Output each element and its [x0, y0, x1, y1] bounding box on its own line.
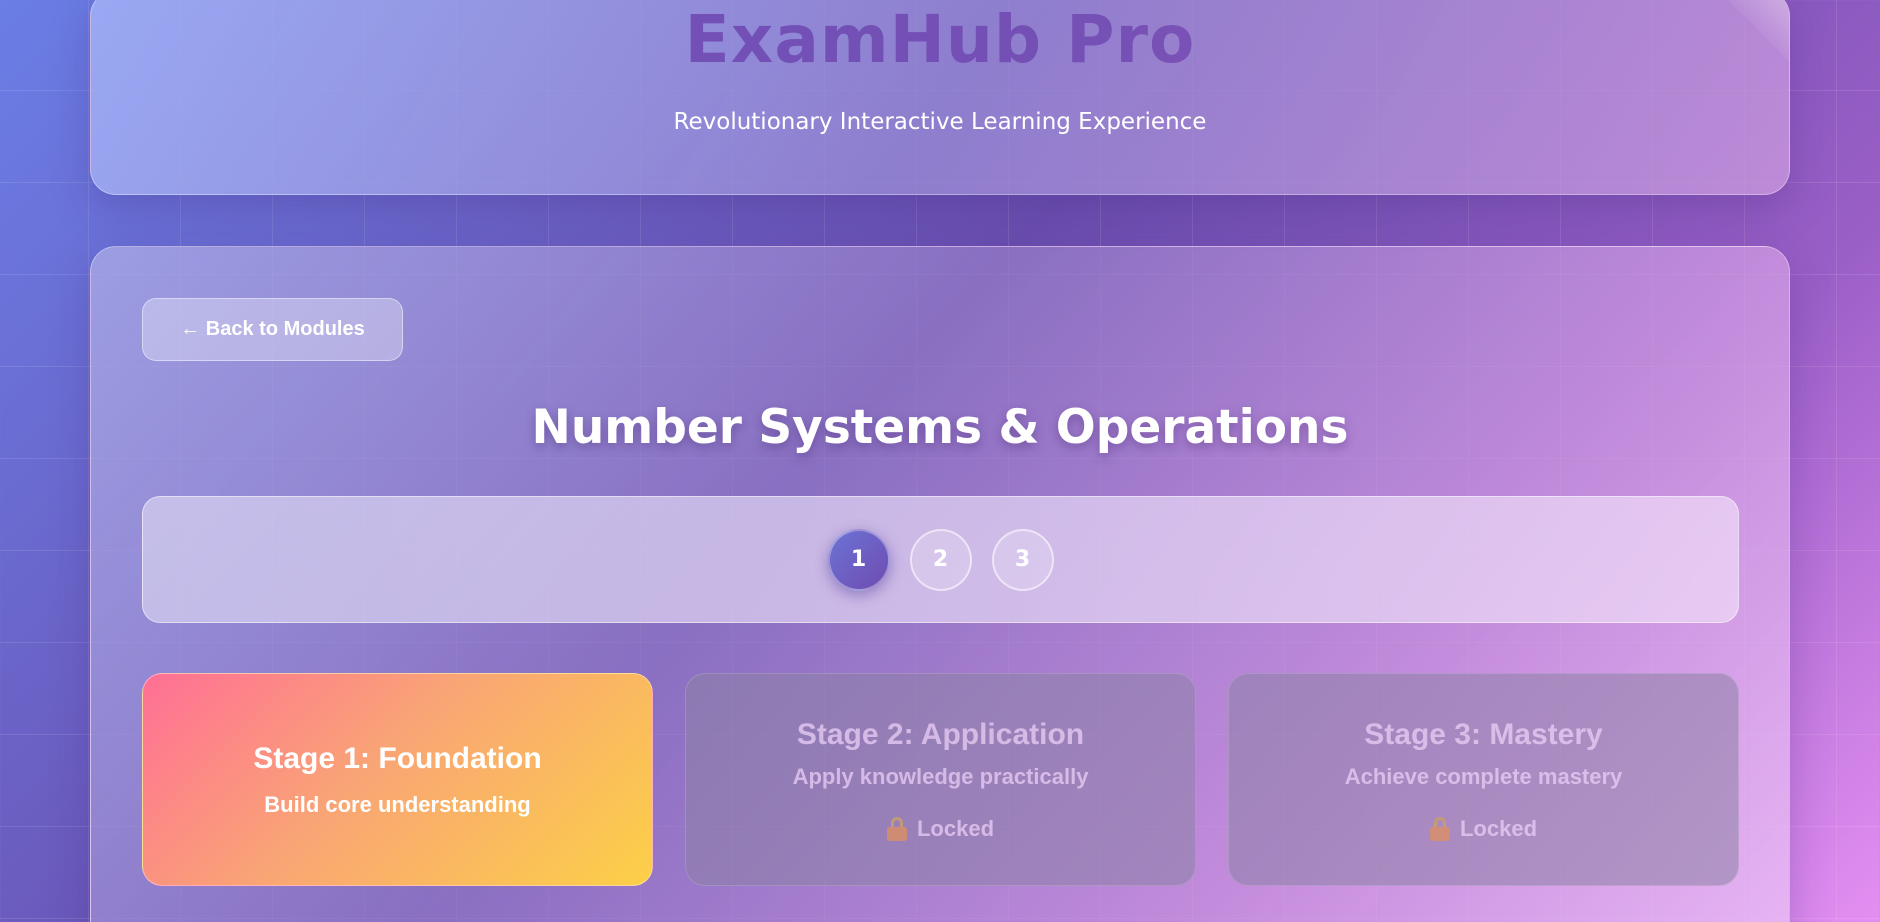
step-2-button[interactable]: 2 [909, 528, 972, 591]
stage-description: Build core understanding [264, 791, 531, 817]
step-1-button[interactable]: 1 [827, 528, 890, 591]
stage-title: Stage 1: Foundation [253, 741, 542, 775]
lock-icon [1429, 816, 1450, 841]
module-title: Number Systems & Operations [531, 400, 1349, 455]
app-header: ExamHub Pro Revolutionary Interactive Le… [90, 0, 1790, 195]
app-subtitle: Revolutionary Interactive Learning Exper… [673, 109, 1207, 135]
locked-label: Locked [916, 815, 995, 841]
module-panel: ← Back to Modules Number Systems & Opera… [90, 246, 1790, 922]
stage-description: Apply knowledge practically [792, 763, 1089, 789]
stage-title: Stage 2: Application [796, 717, 1085, 751]
stage-locked-status: Locked [886, 815, 995, 842]
locked-label: Locked [1459, 815, 1538, 841]
stage-card-mastery[interactable]: Stage 3: Mastery Achieve complete master… [1228, 673, 1739, 886]
stage-cards: Stage 1: Foundation Build core understan… [142, 673, 1739, 886]
stage-description: Achieve complete mastery [1344, 763, 1623, 789]
back-to-modules-button[interactable]: ← Back to Modules [142, 298, 403, 361]
stage-locked-status: Locked [1429, 815, 1538, 842]
stage-stepper: 1 2 3 [142, 496, 1739, 623]
step-3-button[interactable]: 3 [991, 528, 1054, 591]
lock-icon [886, 816, 907, 841]
stage-card-foundation[interactable]: Stage 1: Foundation Build core understan… [142, 673, 653, 886]
stage-card-application[interactable]: Stage 2: Application Apply knowledge pra… [685, 673, 1196, 886]
app-title: ExamHub Pro [91, 1, 1789, 78]
stage-title: Stage 3: Mastery [1364, 717, 1603, 751]
